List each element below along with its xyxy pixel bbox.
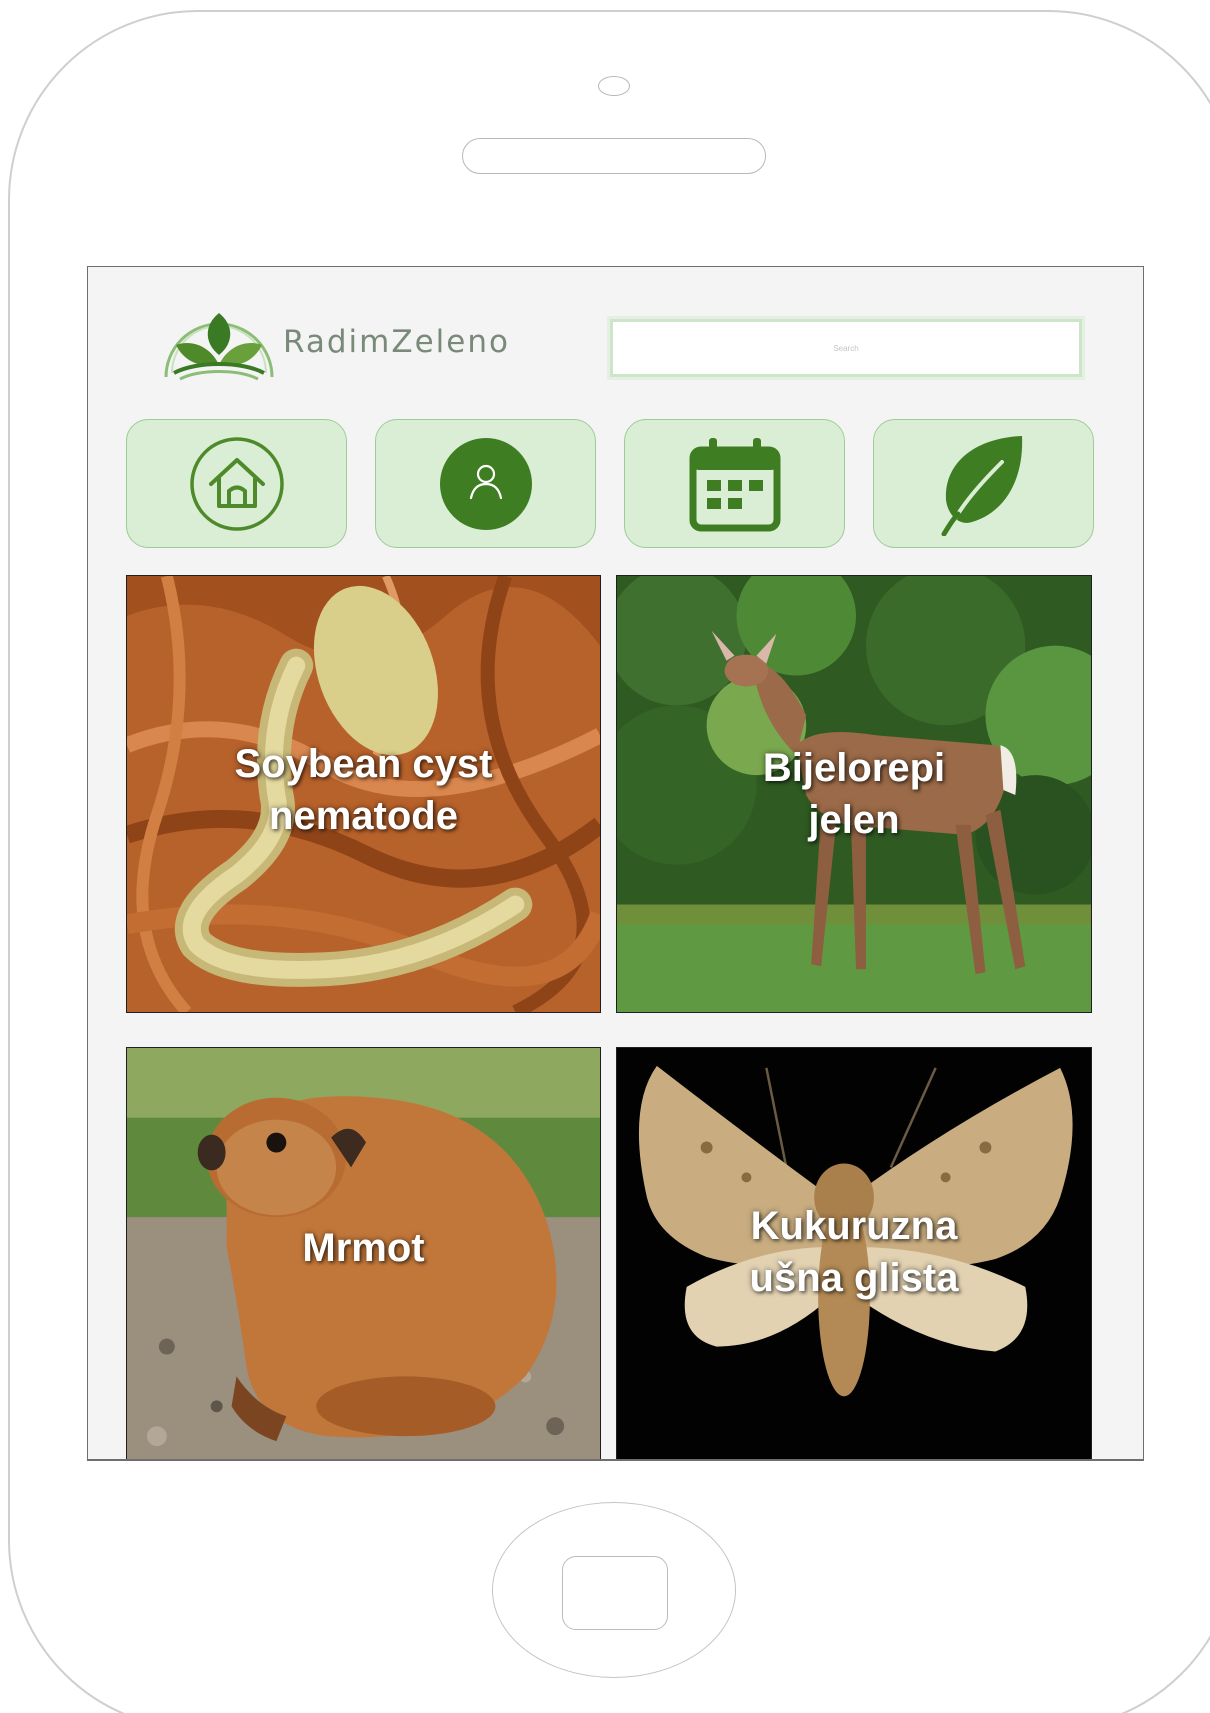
front-camera	[598, 76, 630, 96]
pest-card-deer[interactable]: Bijelorepi jelen	[616, 575, 1092, 1013]
home-button-inner-icon	[562, 1556, 668, 1630]
pest-card-nematode[interactable]: Soybean cyst nematode	[126, 575, 601, 1013]
nav-button-profile[interactable]	[375, 419, 596, 548]
leaf-icon	[941, 435, 1022, 536]
nav-button-calendar[interactable]	[624, 419, 845, 548]
nav-button-home[interactable]	[126, 419, 347, 548]
pest-card-groundhog[interactable]: Mrmot	[126, 1047, 601, 1459]
search-input[interactable]	[619, 327, 1073, 369]
home-icon	[189, 436, 284, 531]
pest-card-moth[interactable]: Kukuruzna ušna glista	[616, 1047, 1092, 1459]
groundhog-image	[127, 1048, 600, 1459]
nematode-image	[127, 576, 600, 1012]
calendar-icon	[689, 437, 780, 531]
app-name: RadimZeleno	[283, 324, 510, 360]
user-icon	[439, 437, 532, 530]
leaf-logo-icon	[164, 313, 274, 381]
moth-image	[617, 1048, 1091, 1459]
app-logo[interactable]: RadimZeleno	[160, 303, 520, 383]
deer-image	[617, 576, 1091, 1012]
app-screen: RadimZeleno Search Soybean cyst nematode…	[87, 266, 1144, 1461]
speaker-grille	[462, 138, 766, 174]
search-box[interactable]	[607, 316, 1085, 380]
nav-button-plants[interactable]	[873, 419, 1094, 548]
